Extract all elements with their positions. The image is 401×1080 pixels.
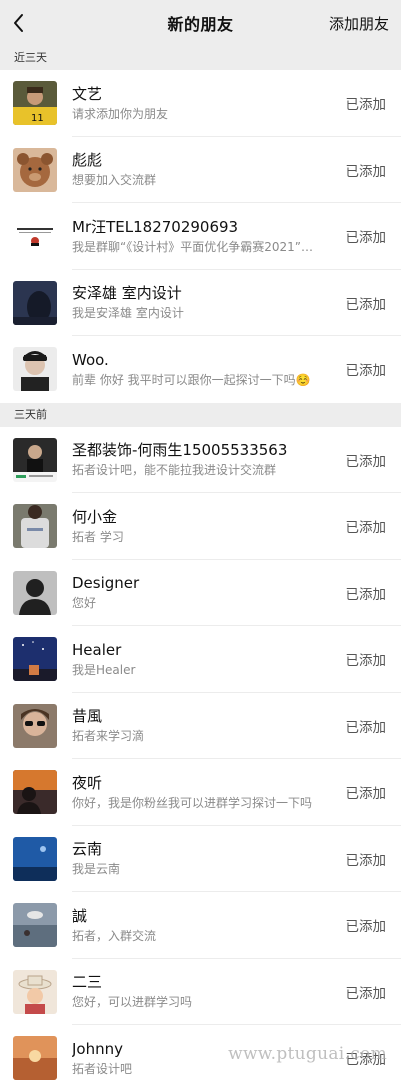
friend-name: 安泽雄 室内设计 — [72, 284, 182, 303]
added-status-label: 已添加 — [345, 97, 387, 114]
chevron-left-icon — [14, 14, 23, 32]
friend-request-row[interactable]: 11 文艺 请求添加你为朋友 已添加 — [0, 70, 401, 137]
friend-request-row[interactable]: 誠拓者，入群交流 已添加 — [0, 892, 401, 959]
section-header-older: 三天前 — [0, 402, 401, 427]
friend-request-row[interactable]: 何小金 拓者 学习 已添加 — [0, 493, 401, 560]
svg-text:11: 11 — [31, 113, 44, 124]
friend-request-row[interactable]: 圣都装饰-何雨生15005533563 拓者设计吧，能不能拉我进设计交流群 已添加 — [0, 426, 401, 493]
friend-name: 夜听 — [72, 773, 103, 792]
friend-info: 彪彪 想要加入交流群 — [72, 150, 346, 189]
request-message: 我是云南 — [72, 862, 121, 877]
friend-info: 云南 我是云南 — [72, 839, 346, 878]
added-status-label: 已添加 — [345, 520, 387, 537]
friend-request-row[interactable]: 安泽雄 室内设计 我是安泽雄 室内设计 已添加 — [0, 269, 401, 336]
friend-info: 文艺请求添加你为朋友 — [72, 84, 346, 123]
friend-request-row[interactable]: Healer 我是Healer 已添加 — [0, 626, 401, 693]
request-message: 我是Healer — [72, 662, 136, 677]
watermark: www.ptuguai.com — [228, 1044, 387, 1064]
added-status-label: 已添加 — [345, 719, 387, 736]
request-message: 拓者来学习滴 — [72, 729, 145, 744]
friend-info: Woo. 前辈 你好 我平时可以跟你一起探讨一下吗☺️ — [72, 350, 346, 389]
top-bar: 新的朋友 添加朋友 — [0, 0, 401, 46]
added-status-label: 已添加 — [345, 586, 387, 603]
added-status-label: 已添加 — [345, 653, 387, 670]
friend-info: 圣都装饰-何雨生15005533563 拓者设计吧，能不能拉我进设计交流群 — [72, 440, 346, 479]
request-message: 前辈 你好 我平时可以跟你一起探讨一下吗☺️ — [72, 372, 311, 387]
avatar[interactable] — [13, 770, 57, 815]
friend-name: 圣都装饰-何雨生15005533563 — [72, 441, 288, 460]
avatar[interactable] — [13, 504, 57, 549]
avatar[interactable] — [13, 969, 57, 1014]
avatar[interactable] — [13, 214, 57, 259]
added-status-label: 已添加 — [345, 919, 387, 936]
request-message: 想要加入交流群 — [72, 173, 157, 188]
request-message: 请求添加你为朋友 — [72, 106, 169, 121]
added-status-label: 已添加 — [345, 453, 387, 470]
friend-name: 昔風 — [72, 707, 103, 726]
avatar[interactable]: 11 — [13, 81, 57, 126]
friend-name: Mr汪TEL18270290693 — [72, 217, 239, 236]
avatar[interactable] — [13, 637, 57, 682]
friend-info: 何小金 拓者 学习 — [72, 507, 346, 546]
friend-request-row[interactable]: Designer 您好 已添加 — [0, 559, 401, 626]
friend-info: Mr汪TEL18270290693 我是群聊“《设计村》平面优化争霸赛2021”… — [72, 217, 346, 256]
added-status-label: 已添加 — [345, 852, 387, 869]
added-status-label: 已添加 — [345, 230, 387, 247]
request-message: 拓者 学习 — [72, 529, 124, 544]
back-button[interactable] — [6, 8, 32, 38]
friend-name: Woo. — [72, 350, 109, 369]
friend-request-row[interactable]: 昔風 拓者来学习滴 已添加 — [0, 692, 401, 759]
friend-info: 夜听你好，我是你粉丝我可以进群学习探讨一下吗 — [72, 773, 346, 812]
avatar[interactable] — [13, 347, 57, 392]
add-friend-button[interactable]: 添加朋友 — [329, 13, 389, 34]
friend-request-row[interactable]: Mr汪TEL18270290693 我是群聊“《设计村》平面优化争霸赛2021”…… — [0, 203, 401, 270]
section-header-recent: 近三天 — [0, 46, 401, 70]
request-message: 您好 — [72, 596, 97, 611]
friend-name: 二三 — [72, 973, 103, 992]
friend-name: 誠 — [72, 906, 88, 925]
new-friends-screen: 新的朋友 添加朋友 近三天 11 文艺 请求添加你为朋友 已添加 彪彪 想要加入交流群 已添… — [0, 0, 401, 1080]
request-message: 我是群聊“《设计村》平面优化争霸赛2021”… — [72, 239, 313, 254]
friend-request-row[interactable]: 夜听 你好，我是你粉丝我可以进群学习探讨一下吗 已添加 — [0, 759, 401, 826]
friend-name: 彪彪 — [72, 151, 103, 170]
friend-info: Designer 您好 — [72, 573, 346, 612]
avatar[interactable] — [13, 1036, 57, 1080]
friend-name: Healer — [72, 640, 122, 659]
added-status-label: 已添加 — [345, 163, 387, 180]
page-title: 新的朋友 — [167, 15, 234, 34]
added-status-label: 已添加 — [345, 985, 387, 1002]
request-message: 您好，可以进群学习吗 — [72, 995, 193, 1010]
friend-request-row[interactable]: 彪彪 想要加入交流群 已添加 — [0, 136, 401, 203]
avatar[interactable] — [13, 703, 57, 748]
friend-request-row[interactable]: 云南 我是云南 已添加 — [0, 825, 401, 892]
friend-info: 誠拓者，入群交流 — [72, 906, 346, 945]
friend-name: Designer — [72, 574, 140, 593]
avatar[interactable] — [13, 147, 57, 192]
friend-request-row[interactable]: Woo. 前辈 你好 我平时可以跟你一起探讨一下吗☺️ 已添加 — [0, 336, 401, 403]
added-status-label: 已添加 — [345, 786, 387, 803]
added-status-label: 已添加 — [345, 363, 387, 380]
friend-info: 二三您好，可以进群学习吗 — [72, 972, 346, 1011]
friend-request-list-recent: 11 文艺 请求添加你为朋友 已添加 彪彪 想要加入交流群 已添加 Mr汪TEL1827029… — [0, 70, 401, 403]
avatar[interactable] — [13, 570, 57, 615]
request-message: 拓者，入群交流 — [72, 928, 157, 943]
request-message: 拓者设计吧，能不能拉我进设计交流群 — [72, 463, 277, 478]
friend-request-row[interactable]: 二三 您好，可以进群学习吗 已添加 — [0, 958, 401, 1025]
request-message: 我是安泽雄 室内设计 — [72, 306, 184, 321]
friend-name: 云南 — [72, 840, 103, 859]
added-status-label: 已添加 — [345, 296, 387, 313]
request-message: 你好，我是你粉丝我可以进群学习探讨一下吗 — [72, 795, 313, 810]
avatar[interactable] — [13, 836, 57, 881]
avatar[interactable] — [13, 280, 57, 325]
avatar[interactable] — [13, 437, 57, 482]
friend-info: Healer 我是Healer — [72, 640, 346, 679]
avatar[interactable] — [13, 903, 57, 948]
friend-info: 安泽雄 室内设计我是安泽雄 室内设计 — [72, 283, 346, 322]
friend-info: 昔風 拓者来学习滴 — [72, 706, 346, 745]
friend-request-list-older: 圣都装饰-何雨生15005533563 拓者设计吧，能不能拉我进设计交流群 已添加何… — [0, 426, 401, 1080]
friend-name: 文艺 — [72, 84, 103, 103]
friend-name: 何小金 — [72, 507, 118, 526]
